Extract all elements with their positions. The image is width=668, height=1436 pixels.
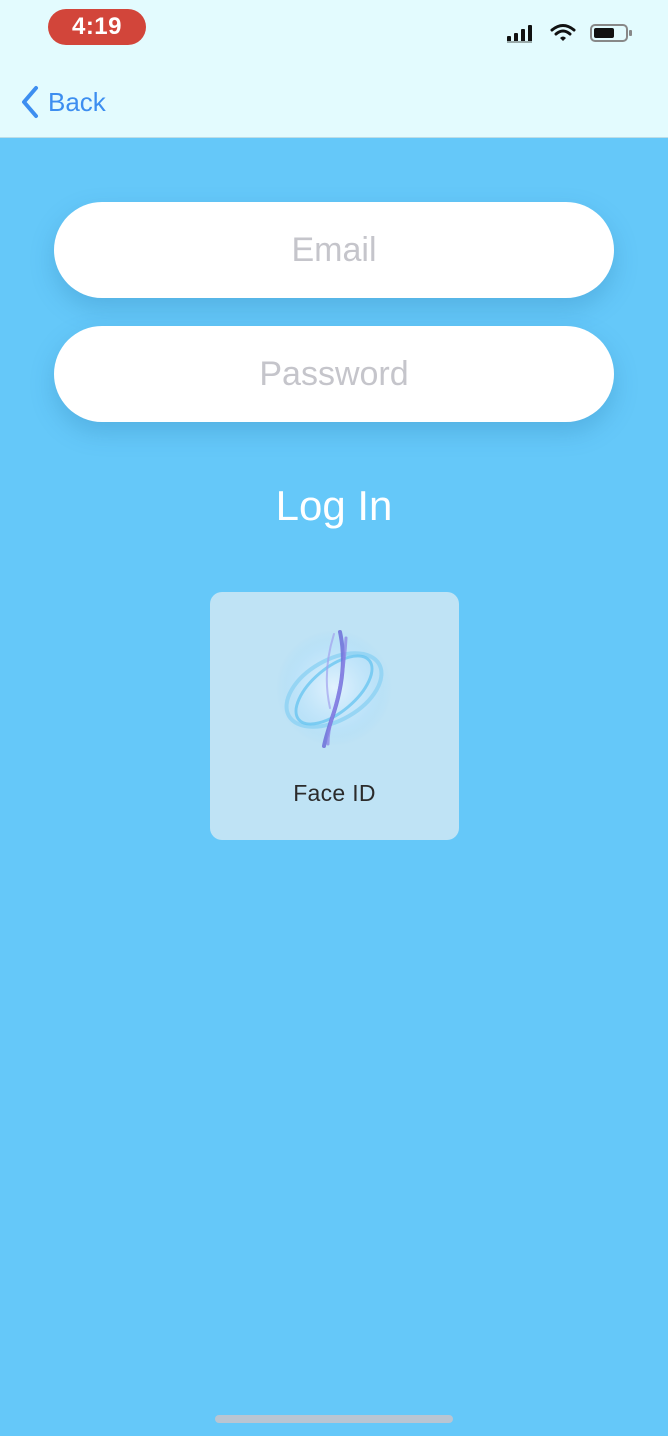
status-time: 4:19 <box>48 9 146 45</box>
home-indicator[interactable] <box>215 1415 453 1423</box>
login-button[interactable]: Log In <box>234 474 434 538</box>
wifi-icon <box>550 24 576 41</box>
face-id-button[interactable]: Face ID <box>210 592 459 840</box>
chevron-left-icon <box>22 86 38 118</box>
password-field[interactable] <box>54 326 614 422</box>
battery-icon <box>590 24 632 42</box>
cellular-signal-icon <box>507 25 532 43</box>
status-icons <box>506 18 634 48</box>
email-field[interactable] <box>54 202 614 298</box>
navigation-bar: 4:19 Back <box>0 0 668 138</box>
face-id-animation-icon <box>276 630 392 748</box>
back-label: Back <box>48 86 106 117</box>
back-button[interactable]: Back <box>20 82 106 122</box>
face-id-label: Face ID <box>293 780 376 806</box>
